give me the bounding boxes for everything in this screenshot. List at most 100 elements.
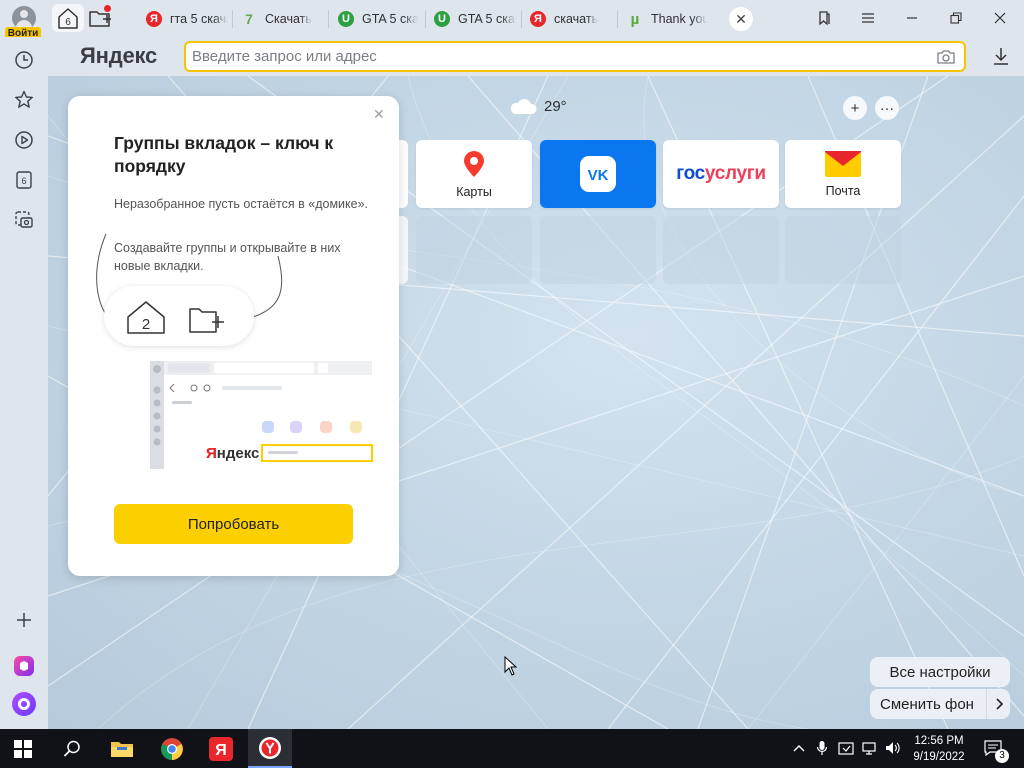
- profile-button[interactable]: Войти: [4, 3, 42, 40]
- all-settings-button[interactable]: Все настройки: [870, 657, 1010, 687]
- search-icon: [63, 740, 80, 757]
- yandex-logo[interactable]: Яндекс: [80, 43, 157, 69]
- svg-text:6: 6: [21, 176, 26, 186]
- weather-widget[interactable]: 29°: [508, 96, 567, 116]
- minimize-button[interactable]: [898, 6, 926, 30]
- home-tab-group[interactable]: 6: [52, 4, 84, 32]
- empty-tile-slot[interactable]: [540, 216, 656, 284]
- mail-icon: [825, 151, 861, 177]
- chevron-up-icon: [793, 745, 805, 752]
- downloads-button[interactable]: [990, 44, 1012, 68]
- tile-label: Карты: [456, 185, 492, 199]
- tab-separator: [425, 10, 426, 28]
- tile-vk[interactable]: VK: [540, 140, 656, 208]
- clock-date: 9/19/2022: [913, 751, 965, 763]
- folder-icon: [111, 742, 133, 757]
- tab-1[interactable]: Я гта 5 скачать: [146, 6, 228, 32]
- search-input[interactable]: [192, 43, 922, 70]
- sidebar-item-screenshot[interactable]: [9, 205, 39, 235]
- tab-strip: Войти 6 Я гта 5 скачать 7 Скачать U GTA …: [0, 0, 1024, 40]
- sidebar-item-messenger[interactable]: [9, 651, 39, 681]
- yandex-icon: Я: [146, 11, 162, 27]
- tab-5[interactable]: Я скачать: [530, 6, 612, 32]
- yandex-app-button[interactable]: Я: [204, 734, 238, 764]
- svg-text:2: 2: [142, 316, 150, 333]
- empty-tile-slot[interactable]: [416, 216, 532, 284]
- change-background-label: Сменить фон: [880, 695, 974, 713]
- empty-tile-slot[interactable]: [663, 216, 779, 284]
- promo-illustration: 2 Яндекс Я: [96, 233, 373, 469]
- network-tray[interactable]: [861, 739, 879, 757]
- hamburger-icon: [862, 13, 874, 23]
- microphone-tray[interactable]: [813, 739, 831, 757]
- seven-icon: 7: [245, 11, 253, 27]
- yandex-icon: Я: [530, 11, 546, 27]
- speaker-icon: [886, 742, 900, 754]
- sidebar-item-media[interactable]: [9, 125, 39, 155]
- add-icon: [17, 613, 31, 627]
- sidebar-item-collections[interactable]: 6: [9, 165, 39, 195]
- tab-title: гта 5 скачать: [170, 12, 228, 26]
- tray-overflow-button[interactable]: [790, 739, 808, 757]
- sidebar-item-alice[interactable]: [9, 689, 39, 719]
- restore-icon: [950, 12, 962, 24]
- svg-text:VK: VK: [588, 167, 609, 184]
- more-icon: …: [879, 96, 895, 114]
- close-tab-button[interactable]: ✕: [729, 7, 753, 31]
- tab-groups-promo: ✕ Группы вкладок – ключ к порядку Неразо…: [68, 96, 399, 576]
- yandex-browser-taskbar-button[interactable]: [248, 729, 292, 768]
- system-clock[interactable]: 12:56 PM 9/19/2022: [902, 733, 976, 765]
- network-icon: [862, 742, 876, 755]
- more-options-button[interactable]: …: [875, 96, 899, 120]
- tab-4[interactable]: U GTA 5 скачать: [434, 6, 516, 32]
- tile-partial: [398, 140, 408, 208]
- windows-taskbar: Я 12:56 PM 9/19/2022 3: [0, 729, 1024, 768]
- bookmarks-panel-button[interactable]: [810, 6, 838, 30]
- search-button[interactable]: [55, 734, 89, 764]
- tab-3[interactable]: U GTA 5 скачать: [338, 6, 418, 32]
- next-background-button[interactable]: [986, 689, 1010, 719]
- home-icon: 6: [58, 8, 78, 29]
- sidebar-item-history[interactable]: [9, 45, 39, 75]
- tab-separator: [521, 10, 522, 28]
- promo-close-icon[interactable]: ✕: [373, 106, 385, 123]
- history-icon: [15, 51, 33, 69]
- sidebar-add-button[interactable]: [9, 605, 39, 635]
- tile-gosuslugi[interactable]: госуслуги: [663, 140, 779, 208]
- change-background-button[interactable]: Сменить фон: [870, 689, 1010, 719]
- restore-button[interactable]: [942, 6, 970, 30]
- tab-title: GTA 5 скачать: [362, 12, 418, 26]
- tab-separator: [617, 10, 618, 28]
- camera-search-icon[interactable]: [936, 48, 956, 66]
- volume-tray[interactable]: [884, 739, 902, 757]
- tile-maps[interactable]: Карты: [416, 140, 532, 208]
- add-tile-button[interactable]: +: [843, 96, 867, 120]
- collections-icon: 6: [16, 171, 32, 189]
- chrome-button[interactable]: [155, 734, 189, 764]
- windows-logo-icon: [14, 740, 32, 758]
- screenshot-icon: [15, 211, 33, 228]
- close-window-button[interactable]: [986, 6, 1014, 30]
- try-button[interactable]: Попробовать: [114, 504, 353, 544]
- tab-title: Thank you: [651, 12, 707, 26]
- security-tray[interactable]: [837, 739, 855, 757]
- tab-2[interactable]: 7 Скачать: [241, 6, 323, 32]
- tab-6[interactable]: µ Thank you: [627, 6, 707, 32]
- start-button[interactable]: [6, 734, 40, 764]
- yandex-icon: Я: [209, 737, 233, 761]
- plus-icon: +: [850, 99, 860, 117]
- clock-time: 12:56 PM: [914, 735, 964, 747]
- menu-button[interactable]: [854, 6, 882, 30]
- bookmarks-icon: [15, 90, 33, 108]
- yandex-browser-icon: [259, 737, 281, 759]
- tile-mail[interactable]: Почта: [785, 140, 901, 208]
- media-icon: [15, 131, 33, 149]
- omnibox[interactable]: [184, 41, 966, 72]
- sidebar-item-bookmarks[interactable]: [9, 85, 39, 115]
- close-icon: [994, 12, 1006, 24]
- promo-title: Группы вкладок – ключ к порядку: [114, 133, 334, 176]
- cloud-icon: [510, 99, 537, 114]
- empty-tile-slot[interactable]: [785, 216, 901, 284]
- file-explorer-button[interactable]: [105, 734, 139, 764]
- minimize-icon: [907, 17, 917, 19]
